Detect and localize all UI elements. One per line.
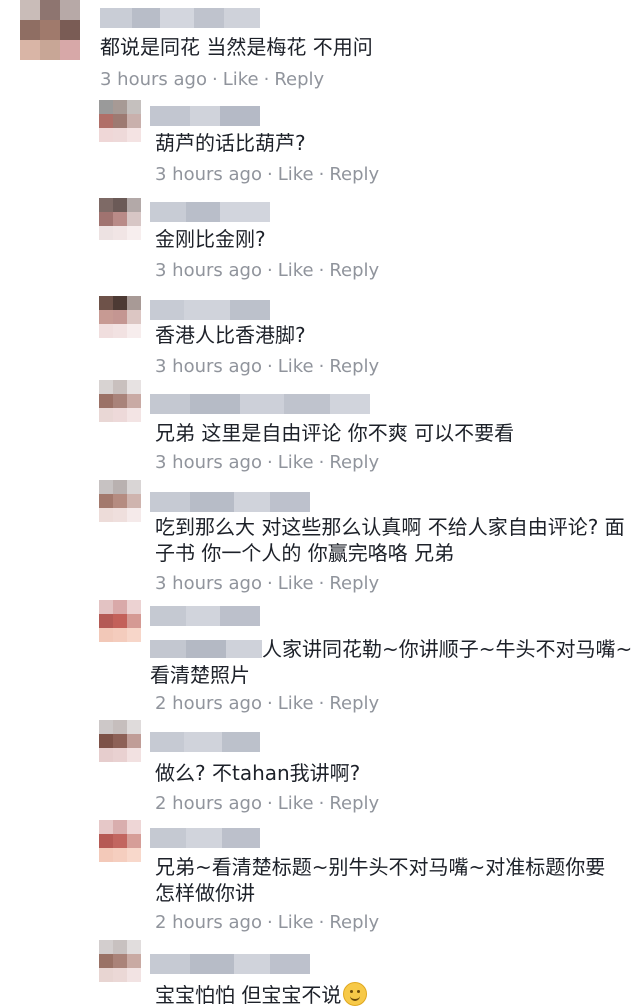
reply-button[interactable]: Reply [329, 260, 379, 281]
smiling-face-emoji-icon [343, 982, 368, 1006]
comment-meta: 3 hours ago · Like · Reply [155, 356, 380, 377]
avatar[interactable] [99, 198, 141, 240]
reply-button[interactable]: Reply [274, 69, 324, 90]
comment-text: 香港人比香港脚? [155, 323, 306, 347]
comment-text: 宝宝怕怕 但宝宝不说 [155, 982, 625, 1008]
comment-item: 都说是同花 当然是梅花 不用问 3 hours ago · Like · Reply [0, 0, 640, 96]
reply-item: 兄弟~看清楚标题~别牛头不对马嘴~对准标题你要怎样做你讲 2 hours ago… [0, 820, 640, 938]
comment-meta: 3 hours ago · Like · Reply [100, 69, 325, 90]
comment-text: 都说是同花 当然是梅花 不用问 [100, 35, 373, 59]
commenter-name-blurred[interactable] [150, 954, 310, 974]
comment-meta: 2 hours ago · Like · Reply [155, 793, 380, 814]
reply-button[interactable]: Reply [329, 356, 379, 377]
reply-item: 做么? 不tahan我讲啊? 2 hours ago · Like · Reply [0, 720, 640, 816]
avatar[interactable] [99, 720, 141, 762]
comment-text: 人家讲同花勒~你讲顺子~牛头不对马嘴~看清楚照片 [150, 636, 640, 688]
like-button[interactable]: Like [278, 164, 314, 185]
like-button[interactable]: Like [278, 452, 314, 473]
commenter-name-blurred[interactable] [100, 8, 260, 28]
avatar[interactable] [99, 380, 141, 422]
like-button[interactable]: Like [278, 693, 314, 714]
avatar[interactable] [99, 100, 141, 142]
commenter-name-blurred[interactable] [150, 606, 260, 626]
commenter-name-blurred[interactable] [150, 732, 260, 752]
comment-text: 金刚比金刚? [155, 227, 266, 251]
like-button[interactable]: Like [278, 793, 314, 814]
comment-text: 兄弟 这里是自由评论 你不爽 可以不要看 [155, 421, 515, 445]
commenter-name-blurred[interactable] [150, 202, 270, 222]
comment-text: 兄弟~看清楚标题~别牛头不对马嘴~对准标题你要怎样做你讲 [155, 855, 606, 905]
comment-text: 做么? 不tahan我讲啊? [155, 761, 361, 785]
mentioned-name-blurred[interactable] [150, 640, 262, 658]
comment-timestamp: 2 hours ago [155, 912, 262, 933]
reply-item: 香港人比香港脚? 3 hours ago · Like · Reply [0, 296, 640, 388]
comment-meta: 2 hours ago · Like · Reply [155, 912, 380, 933]
avatar[interactable] [99, 296, 141, 338]
reply-item: 宝宝怕怕 但宝宝不说 [0, 940, 640, 1008]
reply-button[interactable]: Reply [329, 452, 379, 473]
reply-item: 金刚比金刚? 3 hours ago · Like · Reply [0, 198, 640, 290]
reply-button[interactable]: Reply [329, 573, 379, 594]
comment-timestamp: 3 hours ago [155, 452, 262, 473]
comment-timestamp: 3 hours ago [155, 356, 262, 377]
comment-timestamp: 3 hours ago [155, 260, 262, 281]
like-button[interactable]: Like [278, 573, 314, 594]
avatar[interactable] [99, 940, 141, 982]
comment-meta: 3 hours ago · Like · Reply [155, 164, 380, 185]
reply-button[interactable]: Reply [329, 693, 379, 714]
like-button[interactable]: Like [278, 260, 314, 281]
reply-button[interactable]: Reply [329, 793, 379, 814]
commenter-name-blurred[interactable] [150, 300, 270, 320]
reply-item: 人家讲同花勒~你讲顺子~牛头不对马嘴~看清楚照片 2 hours ago · Lik… [0, 600, 640, 718]
comment-timestamp: 3 hours ago [155, 573, 262, 594]
avatar[interactable] [20, 0, 80, 60]
reply-item: 葫芦的话比葫芦? 3 hours ago · Like · Reply [0, 100, 640, 192]
comment-timestamp: 2 hours ago [155, 693, 262, 714]
comment-timestamp: 3 hours ago [100, 69, 207, 90]
comment-timestamp: 3 hours ago [155, 164, 262, 185]
comment-meta: 3 hours ago · Like · Reply [155, 452, 380, 473]
commenter-name-blurred[interactable] [150, 394, 370, 414]
commenter-name-blurred[interactable] [150, 492, 310, 512]
reply-item: 兄弟 这里是自由评论 你不爽 可以不要看 3 hours ago · Like · Re… [0, 380, 640, 476]
reply-button[interactable]: Reply [329, 164, 379, 185]
avatar[interactable] [99, 820, 141, 862]
like-button[interactable]: Like [223, 69, 259, 90]
like-button[interactable]: Like [278, 912, 314, 933]
reply-item: 吃到那么大 对这些那么认真啊 不给人家自由评论? 面子书 你一个人的 你赢完咯咯… [0, 480, 640, 600]
commenter-name-blurred[interactable] [150, 106, 260, 126]
comment-text-content: 宝宝怕怕 但宝宝不说 [155, 983, 342, 1007]
like-button[interactable]: Like [278, 356, 314, 377]
comment-meta: 3 hours ago · Like · Reply [155, 260, 380, 281]
commenter-name-blurred[interactable] [150, 828, 260, 848]
comment-text: 葫芦的话比葫芦? [155, 131, 306, 155]
comment-timestamp: 2 hours ago [155, 793, 262, 814]
reply-button[interactable]: Reply [329, 912, 379, 933]
comment-meta: 3 hours ago · Like · Reply [155, 573, 380, 594]
comment-text: 吃到那么大 对这些那么认真啊 不给人家自由评论? 面子书 你一个人的 你赢完咯咯… [155, 515, 625, 565]
comment-meta: 2 hours ago · Like · Reply [155, 693, 380, 714]
avatar[interactable] [99, 480, 141, 522]
avatar[interactable] [99, 600, 141, 642]
